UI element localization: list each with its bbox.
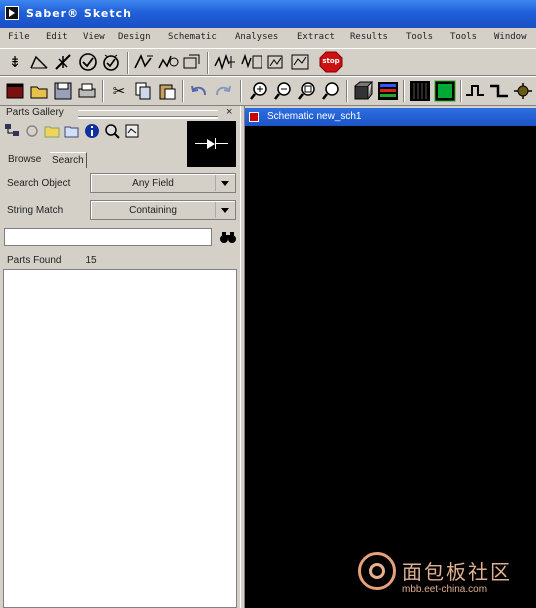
zoom-fit-icon[interactable] [296, 80, 318, 102]
print-icon[interactable] [76, 80, 98, 102]
menu-tools[interactable]: Tools [406, 32, 433, 42]
check-clock-icon[interactable] [101, 51, 123, 73]
tab-search[interactable]: Search [50, 152, 87, 168]
search-object-value: Any Field [132, 178, 174, 189]
search-object-label: Search Object [7, 178, 71, 189]
zoom-out-icon[interactable] [272, 80, 294, 102]
menu-window[interactable]: Window [494, 32, 527, 42]
string-match-select[interactable]: Containing [90, 200, 236, 220]
standard-toolbar: ✂ [0, 76, 536, 106]
stop-label: stop [322, 57, 340, 65]
undo-icon[interactable] [188, 80, 210, 102]
3d-view-icon[interactable] [352, 80, 374, 102]
draw-waveform-icon[interactable] [28, 51, 50, 73]
search-object-row: Search Object Any Field [0, 172, 240, 194]
menu-analyses[interactable]: Analyses [235, 32, 278, 42]
check-icon[interactable] [77, 51, 99, 73]
colorbar-icon[interactable] [377, 80, 399, 102]
measure-icon[interactable] [265, 51, 287, 73]
waveform-viewer-icon[interactable] [240, 51, 262, 73]
grid-icon[interactable] [409, 80, 431, 102]
watermark: 面包板社区 mbb.eet-china.com [358, 552, 528, 602]
place-probe-icon[interactable]: ⇟ [4, 51, 26, 73]
open-icon[interactable] [28, 80, 50, 102]
menu-bar: File Edit View Design Schematic Analyses… [0, 28, 536, 48]
tab-browse[interactable]: Browse [6, 152, 43, 167]
watermark-logo-icon [358, 552, 396, 590]
gallery-toolbar [0, 120, 186, 142]
close-icon[interactable]: × [226, 106, 232, 118]
stop-icon[interactable]: stop [318, 51, 344, 73]
new-icon[interactable] [4, 80, 26, 102]
watermark-chinese: 面包板社区 [402, 560, 512, 584]
string-match-value: Containing [129, 205, 177, 216]
simulate-icon[interactable] [157, 51, 179, 73]
scope-icon[interactable] [213, 51, 235, 73]
cut-icon[interactable]: ✂ [108, 80, 130, 102]
netlist-icon[interactable] [133, 51, 155, 73]
report-icon[interactable] [289, 51, 311, 73]
search-object-select[interactable]: Any Field [90, 173, 236, 193]
parts-results-list[interactable] [3, 269, 237, 608]
layer-icon[interactable] [434, 80, 456, 102]
parts-found-count: 15 [85, 255, 97, 266]
menu-schematic[interactable]: Schematic [168, 32, 217, 42]
app-icon[interactable] [5, 6, 19, 20]
gallery-settings-icon[interactable] [123, 122, 141, 140]
parts-gallery-header: Parts Gallery × [0, 106, 240, 120]
paste-icon[interactable] [156, 80, 178, 102]
redo-icon[interactable] [212, 80, 234, 102]
menu-tools-2[interactable]: Tools [450, 32, 477, 42]
save-icon[interactable] [52, 80, 74, 102]
parts-found-label: Parts Found [7, 255, 62, 266]
schematic-title: Schematic new_sch1 [267, 111, 362, 122]
find-part-icon[interactable] [103, 122, 121, 140]
folder-icon[interactable] [43, 122, 61, 140]
schematic-title-bar[interactable]: Schematic new_sch1 [245, 108, 536, 126]
chevron-down-icon[interactable] [215, 175, 234, 191]
panel-grip[interactable] [78, 110, 218, 117]
schematic-canvas[interactable] [245, 126, 536, 608]
open-folder-icon[interactable] [63, 122, 81, 140]
menu-extract[interactable]: Extract [297, 32, 335, 42]
parts-gallery-panel: Parts Gallery × Browse Search Search Obj… [0, 106, 240, 608]
refresh-icon[interactable] [23, 122, 41, 140]
menu-view[interactable]: View [83, 32, 105, 42]
search-input[interactable] [4, 228, 212, 246]
zoom-in-icon[interactable] [248, 80, 270, 102]
signal-icon[interactable] [181, 51, 203, 73]
bus-icon[interactable] [488, 80, 510, 102]
schematic-window: Schematic new_sch1 [245, 108, 536, 608]
info-icon[interactable] [83, 122, 101, 140]
menu-edit[interactable]: Edit [46, 32, 68, 42]
wire-icon[interactable] [464, 80, 486, 102]
string-match-row: String Match Containing [0, 199, 240, 221]
chevron-down-icon[interactable] [215, 202, 234, 218]
parts-found: Parts Found 15 [7, 255, 97, 266]
window-title-bar[interactable]: Saber® Sketch [0, 0, 536, 28]
diode-symbol-icon [207, 139, 215, 149]
gallery-tree-icon[interactable] [3, 122, 21, 140]
schematic-icon [249, 112, 259, 122]
menu-file[interactable]: File [8, 32, 30, 42]
binoculars-search-icon[interactable] [218, 228, 238, 246]
window-title: Saber® Sketch [26, 7, 132, 20]
string-match-label: String Match [7, 205, 64, 216]
menu-results[interactable]: Results [350, 32, 388, 42]
copy-icon[interactable] [132, 80, 154, 102]
watermark-url: mbb.eet-china.com [402, 584, 488, 595]
no-wire-icon[interactable] [52, 51, 74, 73]
menu-design[interactable]: Design [118, 32, 151, 42]
zoom-area-icon[interactable] [320, 80, 342, 102]
analysis-toolbar: ⇟ stop [0, 48, 536, 76]
parts-gallery-title: Parts Gallery [6, 107, 64, 118]
symbol-preview [187, 121, 236, 167]
component-icon[interactable] [512, 80, 534, 102]
